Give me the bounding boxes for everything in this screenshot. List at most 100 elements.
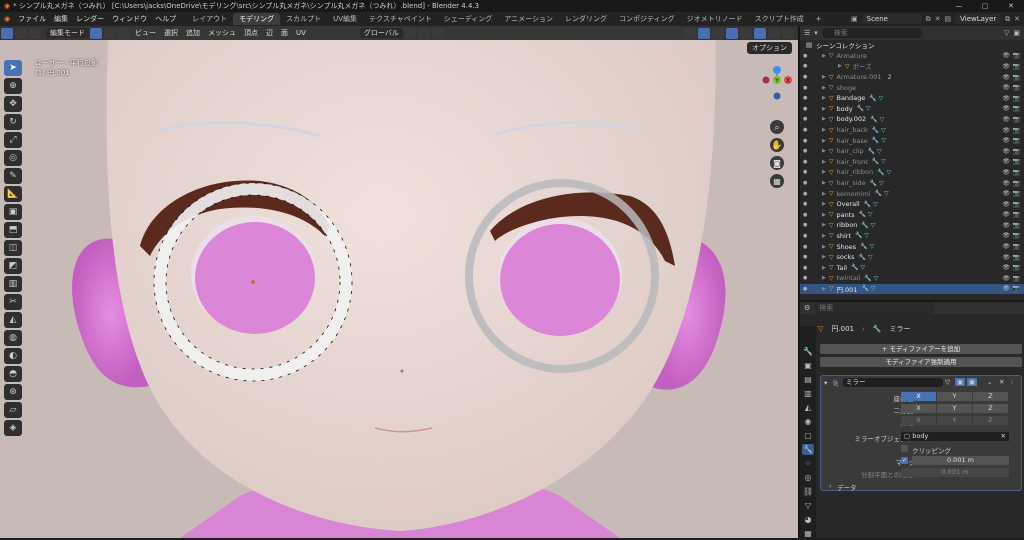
menu-help[interactable]: ヘルプ [151, 14, 180, 24]
expand-arrow-icon[interactable]: ▶ [822, 201, 826, 207]
material-tab-icon[interactable]: ◕ [802, 514, 814, 525]
expand-arrow-icon[interactable]: ▶ [822, 169, 826, 175]
bisect-y-toggle[interactable]: Y [937, 404, 972, 413]
edit-mode-dot-icon[interactable]: ● [803, 148, 807, 154]
neg-x-axis-handle[interactable] [762, 76, 770, 84]
render-tab-icon[interactable]: ▣ [802, 360, 814, 371]
render-camera-icon[interactable]: 📷 [1013, 243, 1020, 250]
edit-mode-dot-icon[interactable]: ● [803, 63, 807, 69]
copy-icon[interactable]: ⧉ [926, 15, 931, 24]
outliner-item[interactable]: ● ▶ ▽ Overall 🔧 ▽ 👁 📷 [800, 199, 1024, 210]
add-workspace-button[interactable]: + [810, 13, 828, 25]
expand-arrow-icon[interactable]: ▶ [822, 244, 826, 250]
menu-select[interactable]: 選択 [160, 28, 182, 38]
filter-icon[interactable]: ▽ [1004, 29, 1009, 37]
add-cube-tool-icon[interactable]: ▣ [4, 204, 22, 220]
outliner-editor-icon[interactable]: ☰ [804, 29, 810, 37]
world-tab-icon[interactable]: ◉ [802, 416, 814, 427]
tab-rendering[interactable]: レンダリング [559, 13, 613, 25]
modifier-mesh-icon[interactable]: 🔧 ▽ [872, 127, 886, 134]
render-camera-icon[interactable]: 📷 [1013, 105, 1020, 112]
expand-arrow-icon[interactable]: ▶ [822, 148, 826, 154]
snap-icon[interactable] [417, 27, 430, 39]
tab-uv-editing[interactable]: UV編集 [327, 13, 363, 25]
visibility-eye-icon[interactable]: 👁 [1002, 169, 1010, 176]
gizmo-icon[interactable] [698, 27, 710, 39]
new-collection-icon[interactable]: ▣ [1013, 29, 1020, 37]
expand-arrow-icon[interactable]: ▶ [822, 85, 826, 91]
realtime-toggle-icon[interactable]: ▣ [955, 378, 966, 386]
render-camera-icon[interactable]: 📷 [1013, 74, 1020, 81]
expand-arrow-icon[interactable]: ▶ [822, 265, 826, 271]
xray-icon[interactable] [726, 27, 738, 39]
menu-view[interactable]: ビュー [131, 28, 160, 38]
edit-mode-dot-icon[interactable]: ● [803, 244, 807, 250]
view-layer-selector[interactable]: ViewLayer [955, 14, 1002, 24]
render-camera-icon[interactable]: 📷 [1013, 201, 1020, 208]
modifier-mesh-icon[interactable]: 🔧 ▽ [857, 105, 871, 112]
close-icon[interactable]: ✕ [935, 15, 941, 23]
outliner-item[interactable]: ● ▶ ▽ socks 🔧 ▽ 👁 📷 [800, 252, 1024, 263]
properties-editor-icon[interactable]: ⚙ [804, 304, 810, 312]
outliner-item[interactable]: ● ▶ ▽ hair_side 🔧 ▽ 👁 📷 [800, 178, 1024, 189]
rendered-shading-icon[interactable] [782, 27, 794, 39]
modifier-mesh-icon[interactable]: 🔧 ▽ [861, 285, 875, 292]
shear-tool-icon[interactable]: ▱ [4, 402, 22, 418]
flip-y-toggle[interactable]: Y [937, 416, 972, 425]
modifier-mesh-icon[interactable]: 🔧 ▽ [864, 201, 878, 208]
visibility-eye-icon[interactable]: 👁 [1002, 180, 1010, 187]
mode-selector[interactable]: 編集モード [46, 28, 89, 38]
remove-modifier-icon[interactable]: ✕ [999, 378, 1004, 386]
expand-arrow-icon[interactable]: ▶ [822, 95, 826, 101]
tab-scripting[interactable]: スクリプト作成 [749, 13, 810, 25]
flip-z-toggle[interactable]: Z [973, 416, 1008, 425]
display-mode-icon[interactable]: ▾ [814, 29, 818, 37]
tab-modeling[interactable]: モデリング [233, 13, 281, 25]
render-camera-icon[interactable]: 📷 [1013, 222, 1020, 229]
modifier-mesh-icon[interactable]: 🔧 ▽ [870, 116, 884, 123]
visibility-eye-icon[interactable]: 👁 [1002, 222, 1010, 229]
maximize-button[interactable]: ▢ [972, 2, 998, 10]
merge-checkbox[interactable]: ✓ [901, 457, 908, 464]
render-camera-icon[interactable]: 📷 [1013, 285, 1020, 292]
options-dropdown[interactable]: オプション [747, 42, 792, 54]
expand-arrow-icon[interactable]: ▶ [822, 275, 826, 281]
modifier-mesh-icon[interactable]: 🔧 ▽ [872, 137, 886, 144]
tab-geometry-nodes[interactable]: ジオメトリノード [681, 13, 749, 25]
expand-arrow-icon[interactable]: ▶ [822, 74, 826, 80]
axis-y-toggle[interactable]: Y [937, 392, 972, 401]
modifier-mesh-icon[interactable]: 🔧 ▽ [859, 254, 873, 261]
render-camera-icon[interactable]: 📷 [1013, 95, 1020, 102]
inset-tool-icon[interactable]: ◫ [4, 240, 22, 256]
render-camera-icon[interactable]: 📷 [1013, 116, 1020, 123]
outliner-item[interactable]: ● ▶ ▽ twintail 🔧 ▽ 👁 📷 [800, 273, 1024, 284]
menu-render[interactable]: レンダー [72, 14, 108, 24]
bisect-distance-field[interactable]: 0.001 m [901, 468, 1009, 477]
texture-tab-icon[interactable]: ▦ [802, 528, 814, 539]
extrude-tool-icon[interactable]: ⬒ [4, 222, 22, 238]
clear-field-icon[interactable]: ✕ [1001, 432, 1006, 441]
edge-mode-icon[interactable] [104, 27, 116, 39]
visibility-icon[interactable] [684, 27, 696, 39]
outliner-item[interactable]: ● ▶ ▽ 円.001 🔧 ▽ 👁 📷 [800, 283, 1024, 295]
bisect-x-toggle[interactable]: X [901, 404, 936, 413]
visibility-eye-icon[interactable]: 👁 [1002, 211, 1010, 218]
edit-mode-dot-icon[interactable]: ● [803, 233, 807, 239]
modifier-tab-icon[interactable]: 🔧 [802, 444, 814, 455]
outliner-item[interactable]: ● ▶ ▽ shoge 👁 📷 [800, 82, 1024, 93]
render-camera-icon[interactable]: 📷 [1013, 254, 1020, 261]
transform-tool-icon[interactable]: ◎ [4, 150, 22, 166]
expand-arrow-icon[interactable]: ▶ [822, 191, 826, 197]
expand-arrow-icon[interactable]: ▶ [822, 138, 826, 144]
outliner-item[interactable]: ● ▶ ▽ Tail 🔧 ▽ 👁 📷 [800, 262, 1024, 273]
menu-edit[interactable]: 編集 [50, 14, 72, 24]
physics-tab-icon[interactable]: ◎ [802, 472, 814, 483]
select-tool-icon[interactable]: ➤ [4, 60, 22, 76]
merge-distance-field[interactable]: 0.001 m [912, 456, 1009, 465]
outliner-item[interactable]: ● ▶ ▽ body 🔧 ▽ 👁 📷 [800, 104, 1024, 115]
rotate-tool-icon[interactable]: ↻ [4, 114, 22, 130]
render-camera-icon[interactable]: 📷 [1013, 180, 1020, 187]
render-camera-icon[interactable]: 📷 [1013, 84, 1020, 91]
shrink-fatten-tool-icon[interactable]: ⊛ [4, 384, 22, 400]
render-camera-icon[interactable]: 📷 [1013, 211, 1020, 218]
